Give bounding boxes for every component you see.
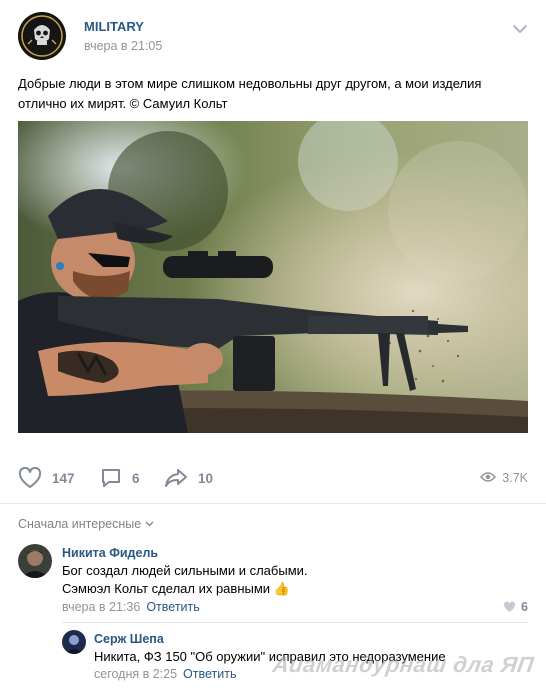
- comment-divider: [62, 622, 528, 623]
- comment-time[interactable]: вчера в 21:36: [62, 600, 140, 614]
- heart-icon: [504, 601, 516, 612]
- comment-author[interactable]: Никита Фидель: [62, 546, 158, 560]
- like-button[interactable]: 147: [18, 464, 75, 492]
- comment-count: 6: [132, 470, 140, 486]
- post-actions: 147 6 10 3.7K: [18, 464, 528, 492]
- sort-label: Сначала интересные: [18, 517, 142, 531]
- chevron-down-icon: [145, 521, 154, 527]
- comment-meta: вчера в 21:36 Ответить: [62, 600, 200, 614]
- comment-text-line2: Сэмюэл Кольт сделал их равными: [62, 581, 271, 596]
- comment-author[interactable]: Серж Шепа: [94, 632, 164, 646]
- share-button[interactable]: 10: [164, 464, 213, 492]
- like-count: 147: [52, 470, 75, 486]
- chevron-down-icon[interactable]: [512, 22, 528, 34]
- group-name[interactable]: MILITARY: [84, 19, 144, 34]
- share-icon: [164, 467, 188, 489]
- comment-text-line2-wrap: Сэмюэл Кольт сделал их равными 👍: [62, 580, 290, 598]
- comment-like-count: 6: [521, 600, 528, 614]
- comment-button[interactable]: 6: [100, 464, 140, 492]
- post-time[interactable]: вчера в 21:05: [84, 39, 162, 53]
- comments-sort[interactable]: Сначала интересные: [18, 517, 154, 531]
- post-text: Добрые люди в этом мире слишком недоволь…: [18, 76, 482, 111]
- comment-time[interactable]: сегодня в 2:25: [94, 667, 177, 681]
- thumbs-up-emoji: 👍: [273, 581, 290, 596]
- group-avatar[interactable]: [18, 12, 66, 60]
- comment-text-line1: Бог создал людей сильными и слабыми.: [62, 563, 308, 578]
- reply-button[interactable]: Ответить: [146, 600, 199, 614]
- commenter-avatar[interactable]: [18, 544, 52, 578]
- views-count: 3.7K: [502, 471, 528, 485]
- watermark: Аиамандурнаш дла ЯП: [271, 652, 536, 677]
- share-count: 10: [198, 470, 214, 486]
- comment-item: Никита Фидель Бог создал людей сильными …: [18, 544, 528, 619]
- reply-button[interactable]: Ответить: [183, 667, 236, 681]
- commenter-avatar[interactable]: [62, 630, 86, 654]
- post-header: MILITARY вчера в 21:05: [18, 12, 528, 60]
- comment-icon: [100, 467, 122, 489]
- eye-icon: [480, 471, 497, 486]
- comment-meta: сегодня в 2:25 Ответить: [94, 667, 236, 681]
- actions-divider: [0, 503, 546, 504]
- views-counter: 3.7K: [480, 464, 528, 492]
- heart-icon: [18, 467, 42, 489]
- post-photo[interactable]: [18, 121, 528, 433]
- comment-like-button[interactable]: 6: [503, 600, 528, 614]
